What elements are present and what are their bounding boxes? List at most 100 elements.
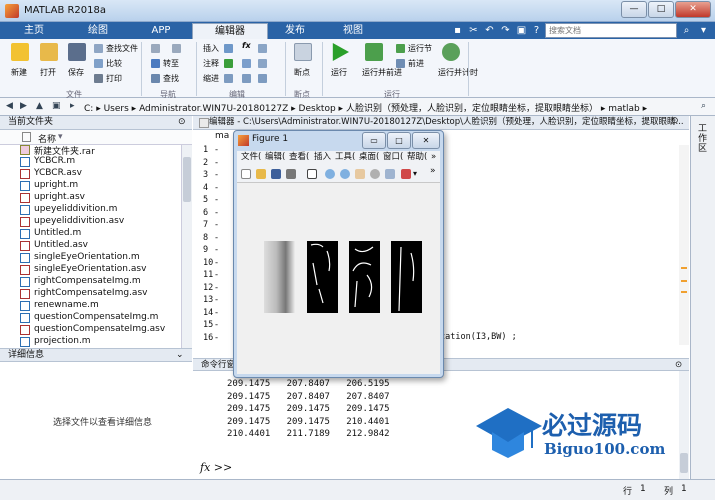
breakpoint-button[interactable]: 断点 <box>294 67 310 78</box>
editor-file-tab[interactable]: ma <box>215 131 229 141</box>
breadcrumb-item[interactable]: Desktop <box>299 104 336 114</box>
list-item[interactable]: upeyeliddivition.m <box>0 204 180 216</box>
find-files-button[interactable]: 查找文件 <box>106 43 138 54</box>
breakpoint-gutter[interactable]: - <box>215 245 218 255</box>
tab-home[interactable]: 主页 <box>4 23 64 39</box>
figure-menu-desktop[interactable]: 桌面( <box>359 151 379 164</box>
search-folder-icon[interactable]: ⌕ <box>701 101 706 111</box>
insert-dropdown-icon[interactable] <box>258 44 267 53</box>
print-figure-icon[interactable] <box>286 169 296 179</box>
list-item[interactable]: questionCompensateImg.asv <box>0 324 180 336</box>
list-item[interactable]: Untitled.asv <box>0 240 180 252</box>
up-folder-icon[interactable]: ▲ <box>36 101 43 111</box>
open-folder-icon[interactable] <box>40 43 58 61</box>
breakpoint-gutter[interactable]: - <box>215 170 218 180</box>
uncomment-icon[interactable] <box>258 59 267 68</box>
run-advance-icon[interactable] <box>365 43 383 61</box>
figure-menu-help[interactable]: 帮助( <box>407 151 427 164</box>
smart-indent-icon[interactable] <box>224 74 233 83</box>
back-arrow-icon[interactable]: ◀ <box>6 101 13 111</box>
warning-marker[interactable] <box>681 291 687 293</box>
zoom-out-icon[interactable] <box>340 169 350 179</box>
wrap-comments-icon[interactable] <box>242 59 251 68</box>
function-fx-icon[interactable]: fx <box>242 41 251 50</box>
rotate-3d-icon[interactable] <box>370 169 380 179</box>
new-figure-icon[interactable] <box>241 169 251 179</box>
list-item[interactable]: 新建文件夹.rar <box>0 144 180 157</box>
breadcrumb-item[interactable]: C: <box>84 104 93 114</box>
breakpoint-gutter[interactable]: - <box>215 258 218 268</box>
search-icon[interactable]: ⌕ <box>681 25 692 36</box>
list-item[interactable]: Untitled.m <box>0 228 180 240</box>
figure-menu-tools[interactable]: 工具( <box>335 151 355 164</box>
close-button[interactable]: ✕ <box>675 1 711 18</box>
breakpoint-gutter[interactable]: - <box>215 295 218 305</box>
workspace-panel-tab[interactable]: 工作区 <box>690 116 715 479</box>
list-item[interactable]: rightCompensateImg.asv <box>0 288 180 300</box>
toolbar-overflow-icon[interactable]: » <box>430 166 436 176</box>
advance-button[interactable]: 前进 <box>408 58 424 69</box>
warning-marker[interactable] <box>681 280 687 282</box>
tab-apps[interactable]: APP <box>132 23 190 39</box>
scroll-thumb[interactable] <box>183 157 191 202</box>
goto-button[interactable]: 转至 <box>163 58 179 69</box>
tab-plots[interactable]: 绘图 <box>66 23 130 39</box>
figure-minimize-button[interactable]: ▭ <box>362 132 386 149</box>
menu-overflow-icon[interactable]: » <box>431 151 436 164</box>
insert-button[interactable]: 插入 <box>203 43 219 54</box>
save-figure-icon[interactable] <box>271 169 281 179</box>
path-root-icon[interactable]: ▸ <box>70 101 75 111</box>
new-icon[interactable] <box>11 43 29 61</box>
save-quick-icon[interactable]: ▪ <box>452 25 463 36</box>
figure-window[interactable]: Figure 1 ▭ □ ✕ 文件( 编辑( 查看( 插入 工具( 桌面( 窗口… <box>233 130 444 378</box>
breakpoint-gutter[interactable]: - <box>215 208 218 218</box>
list-item[interactable]: upright.m <box>0 180 180 192</box>
breakpoint-gutter[interactable]: - <box>215 283 218 293</box>
run-section-button[interactable]: 运行节 <box>408 43 432 54</box>
bell-icon[interactable]: ▾ <box>698 25 709 36</box>
figure-menu-file[interactable]: 文件( <box>241 151 261 164</box>
list-item[interactable]: projection.m <box>0 336 180 348</box>
tab-publish[interactable]: 发布 <box>270 23 320 39</box>
figure-canvas[interactable] <box>237 183 440 374</box>
breadcrumb-item[interactable]: Users <box>104 104 129 114</box>
comment-percent-icon[interactable] <box>224 59 233 68</box>
list-item[interactable]: singleEyeOrientation.m <box>0 252 180 264</box>
open-file-icon[interactable] <box>256 169 266 179</box>
figure-menu-window[interactable]: 窗口( <box>383 151 403 164</box>
redo-quick-icon[interactable]: ↷ <box>500 25 511 36</box>
print-button[interactable]: 打印 <box>106 73 122 84</box>
save-icon[interactable] <box>68 43 86 61</box>
breakpoint-gutter[interactable]: - <box>215 195 218 205</box>
figure-menu-insert[interactable]: 插入 <box>314 151 331 164</box>
breakpoint-gutter[interactable]: - <box>215 233 218 243</box>
list-item[interactable]: questionCompensateImg.m <box>0 312 180 324</box>
increase-indent-icon[interactable] <box>242 74 251 83</box>
pan-icon[interactable] <box>355 169 365 179</box>
sort-arrow-icon[interactable]: ▾ <box>58 132 63 142</box>
list-item[interactable]: rightCompensateImg.m <box>0 276 180 288</box>
list-item[interactable]: renewname.m <box>0 300 180 312</box>
list-item[interactable]: YCBCR.asv <box>0 168 180 180</box>
forward-arrow-icon[interactable]: ▶ <box>20 101 27 111</box>
indent-button[interactable]: 缩进 <box>203 73 219 84</box>
breadcrumb-item[interactable]: Administrator.WIN7U-20180127Z <box>139 104 288 114</box>
breakpoint-gutter[interactable]: - <box>215 320 218 330</box>
insert-section-icon[interactable] <box>224 44 233 53</box>
panel-menu-icon[interactable]: ⊙ <box>178 116 186 129</box>
breakpoint-gutter[interactable]: - <box>215 145 218 155</box>
forward-nav-icon[interactable] <box>172 44 181 53</box>
tab-editor[interactable]: 编辑器 <box>192 23 268 39</box>
maximize-button[interactable]: □ <box>648 1 674 18</box>
figure-menu-view[interactable]: 查看( <box>289 151 309 164</box>
cut-quick-icon[interactable]: ✂ <box>468 25 479 36</box>
list-item[interactable]: singleEyeOrientation.asv <box>0 264 180 276</box>
comment-button[interactable]: 注释 <box>203 58 219 69</box>
decrease-indent-icon[interactable] <box>258 74 267 83</box>
breakpoint-gutter[interactable]: - <box>215 308 218 318</box>
search-input[interactable] <box>545 23 677 38</box>
brush-icon[interactable] <box>401 169 411 179</box>
tab-view[interactable]: 视图 <box>322 23 384 39</box>
workspace-label[interactable]: 工作区 <box>698 124 708 154</box>
run-icon[interactable] <box>332 43 349 61</box>
